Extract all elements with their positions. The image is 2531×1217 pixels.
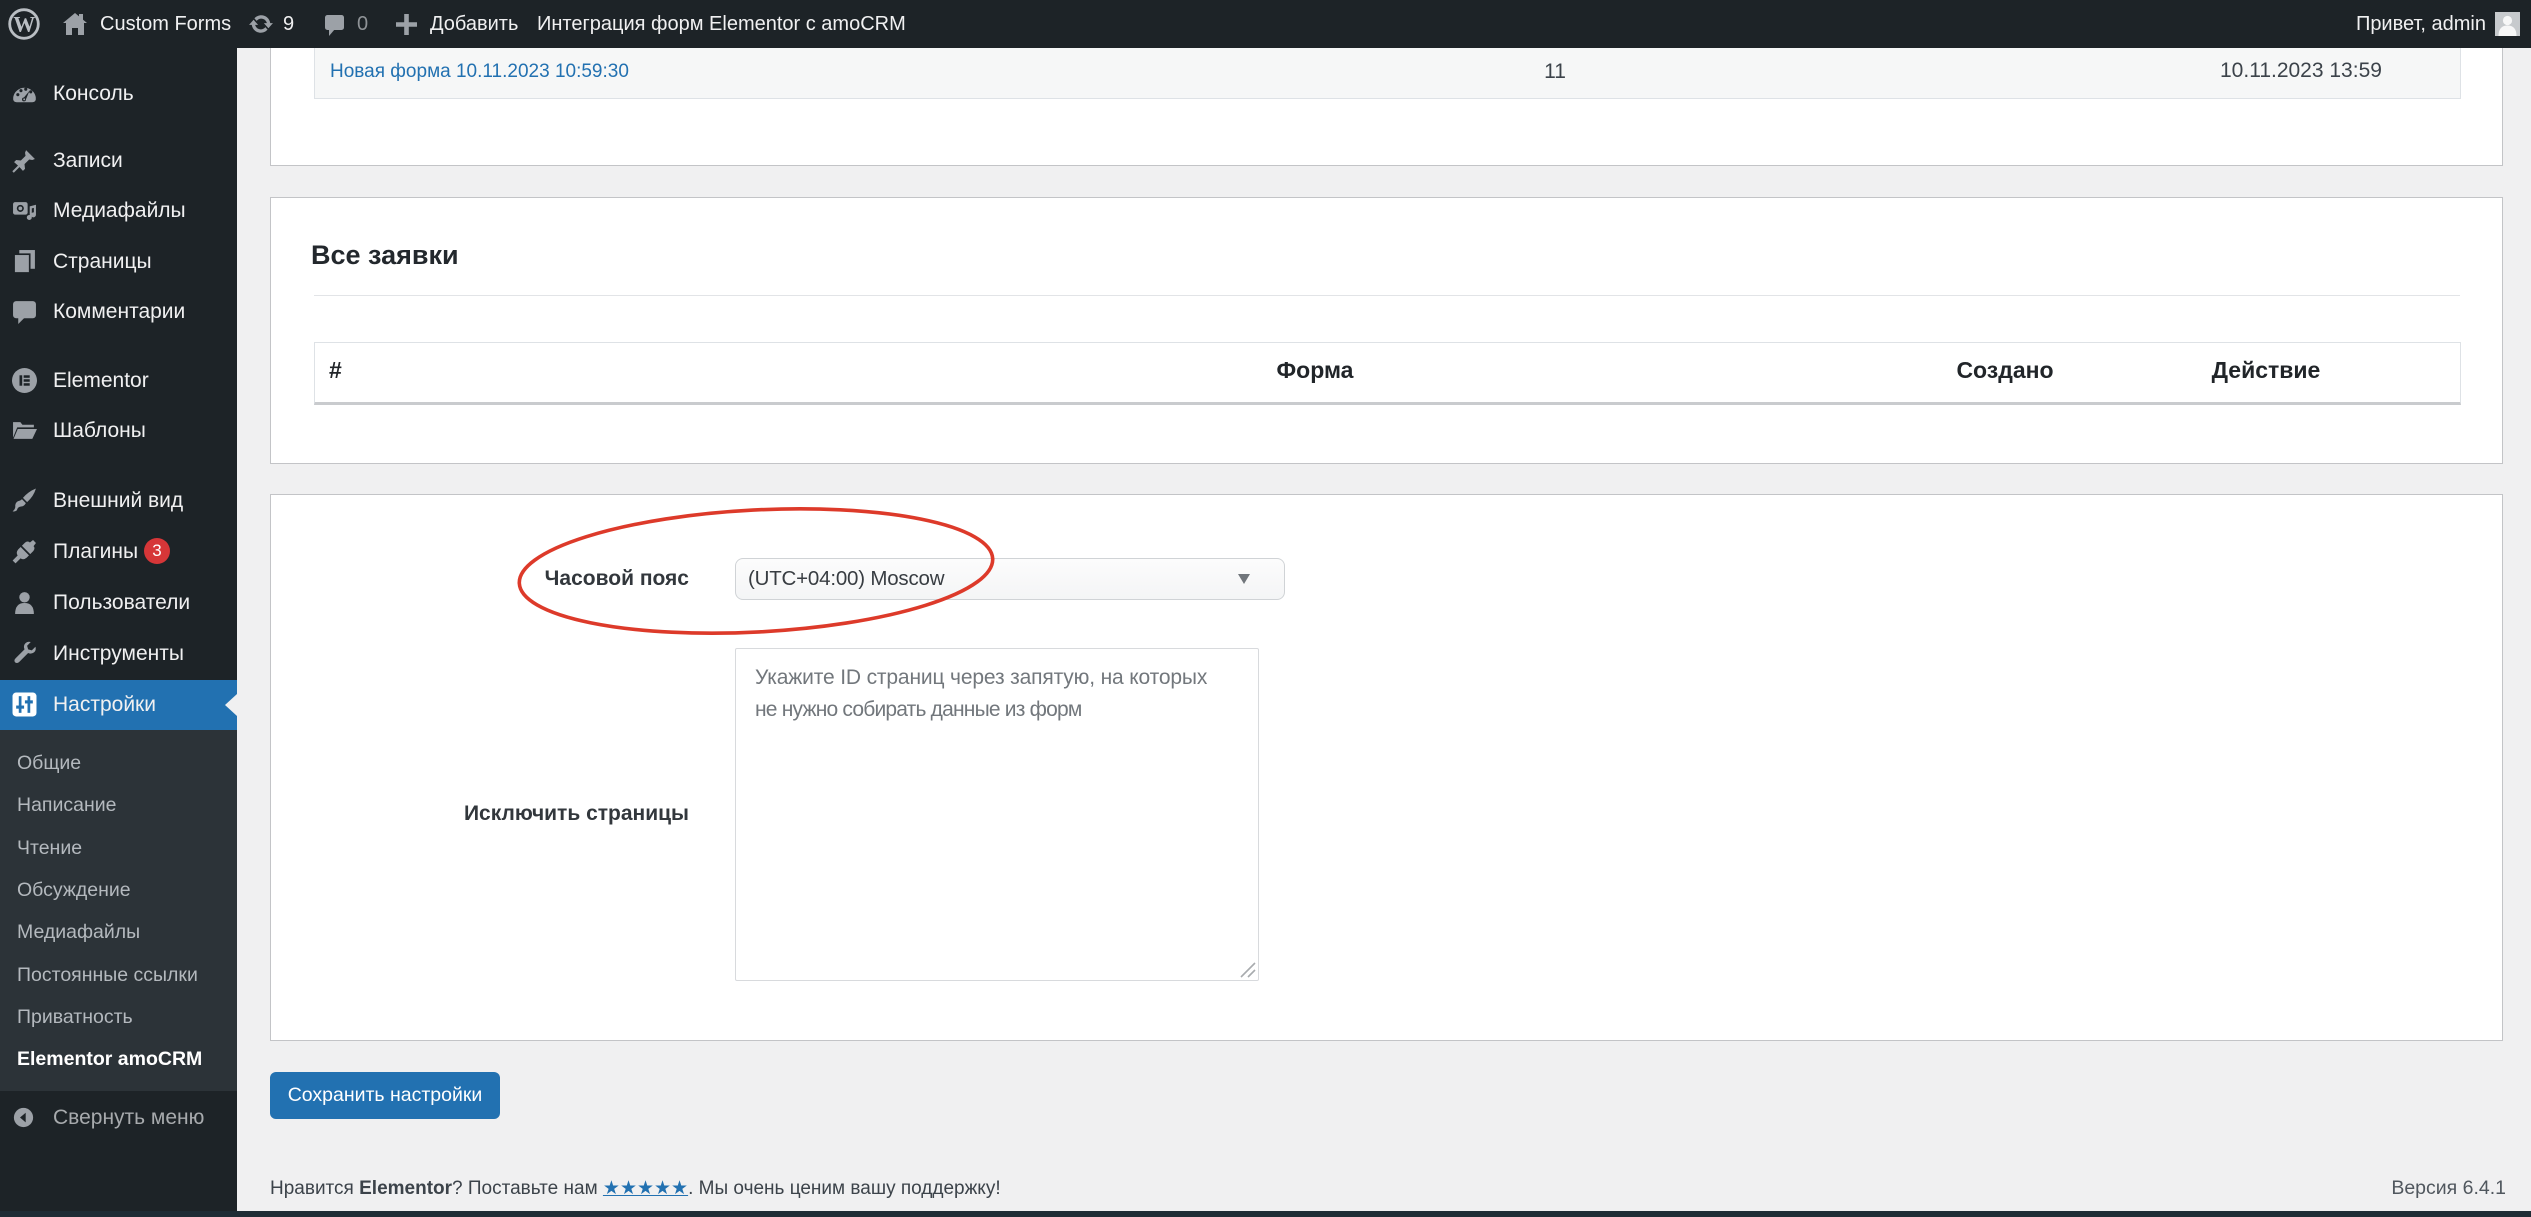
svg-text:W: W bbox=[13, 12, 35, 37]
